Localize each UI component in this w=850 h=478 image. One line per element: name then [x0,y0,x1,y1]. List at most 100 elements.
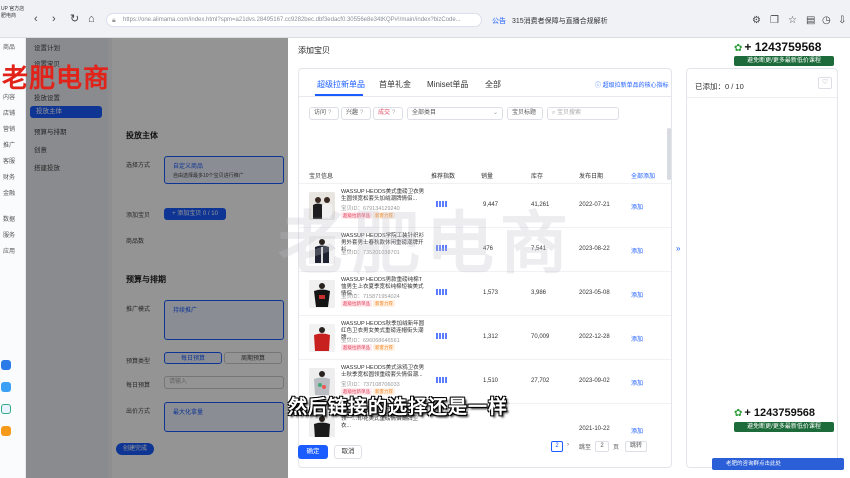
goto-label: 跳至 [579,445,592,451]
nav-store[interactable]: 店铺 [3,108,15,117]
app-dock-icon[interactable] [1,382,11,392]
recommend-index-bars [436,333,448,341]
url-text: https://one.alimama.com/index.html?spm=a… [123,17,461,23]
nav-credit[interactable]: 金融 [3,188,15,197]
tab-new-customer-item[interactable]: 超级拉新单品 [317,79,365,90]
nav-promotion[interactable]: 推广 [3,140,15,149]
home-icon[interactable]: ⌂ [88,14,95,25]
app-dock-icon[interactable] [1,426,11,436]
nav-apps[interactable]: 应用 [3,246,15,255]
promo-badge: 避免断更/更多最新低价课程 [734,422,834,432]
add-item-link[interactable]: 添加 [631,334,643,343]
info-icon: ⓘ [595,83,603,89]
page-number[interactable]: 2 [551,441,563,452]
nav-goods[interactable]: 商品 [3,42,15,51]
lock-icon: 🔒︎ [112,17,116,24]
sort-value: 宝贝标题 [512,110,537,116]
chat-widget[interactable]: 老肥的咨询群点击此处 [712,458,844,470]
publish-date: 2023-05-08 [579,290,610,296]
filter-interest-label: 兴趣 [346,110,359,116]
address-bar[interactable]: 🔒︎ https://one.alimama.com/index.html?sp… [106,13,482,27]
app-dock-icon[interactable] [1,404,11,414]
nav-marketing[interactable]: 营销 [3,124,15,133]
history-icon[interactable]: ◷ [822,15,831,26]
recommend-index-bars [436,377,448,385]
category-select[interactable]: 全部类目 ⌄ [407,107,503,120]
tab-miniset[interactable]: Miniset单品 [427,79,468,90]
metrics-help-link[interactable]: ⓘ 超级拉新单品的核心指标 [595,80,669,89]
add-item-link[interactable]: 添加 [631,426,643,435]
sales-value: 1,573 [483,290,499,296]
notice-label[interactable]: 公告 [492,16,506,26]
col-sales[interactable]: 销量 [481,171,493,180]
item-tabs: 超级拉新单品 首单礼金 Miniset单品 全部 ⓘ 超级拉新单品的核心指标 [299,69,671,97]
clover-icon: ✿ [734,43,743,54]
promo-badge: 避免断更/更多最新低价课程 [734,56,834,66]
recommend-tag: 新客力荐 [373,344,395,351]
col-date[interactable]: 发布日期 [579,171,603,180]
stock-value: 27,702 [531,378,550,384]
item-search-input[interactable]: ⌕ 宝贝搜索 [547,107,619,120]
promo-number: + 1243759568 [744,407,816,419]
add-item-link[interactable]: 添加 [631,290,643,299]
app-dock-icon[interactable] [1,360,11,370]
add-item-link[interactable]: 添加 [631,246,643,255]
sort-select[interactable]: 宝贝标题 [507,107,543,120]
page-unit: 页 [613,445,620,451]
nav-services[interactable]: 服务 [3,230,15,239]
tab-first-order-gift[interactable]: 首单礼金 [379,79,411,90]
tabs-icon[interactable]: ❐ [770,15,779,26]
tab-all[interactable]: 全部 [485,79,501,90]
add-all-button[interactable]: 全部添加 [631,171,655,180]
browser-toolbar: UP 官方店 肥电商 ‹ › ↻ ⌂ 🔒︎ https://one.alimam… [0,0,850,38]
tab-active-indicator [315,94,363,96]
favorite-icon[interactable]: ☆ [788,15,797,26]
jump-button[interactable]: 跳转 [625,441,647,452]
stock-value: 3,986 [531,290,547,296]
brand-watermark: 老肥电商 [2,64,111,94]
filter-deal[interactable]: 成交? [373,107,403,120]
settings-icon[interactable]: ⚙ [752,15,761,26]
clover-icon: ✿ [734,408,743,419]
col-recommend[interactable]: 推荐指数 [431,171,455,180]
cancel-button[interactable]: 取消 [334,445,362,459]
clear-icon[interactable]: ♡ [818,77,832,89]
center-watermark: 老肥电商 [278,205,575,284]
forward-icon[interactable]: › [52,14,56,25]
next-page-icon[interactable]: › [567,442,569,448]
divider [687,97,837,98]
nav-data[interactable]: 数据 [3,214,15,223]
add-item-link[interactable]: 添加 [631,378,643,387]
recommend-index-bars [436,289,448,297]
publish-date: 2023-08-22 [579,246,610,252]
search-placeholder: 宝贝搜索 [557,110,582,116]
drawer-title: 添加宝贝 [298,46,330,55]
col-stock[interactable]: 库存 [531,171,543,180]
promo-contact: ✿ + 1243759568 [734,40,821,54]
expand-icon[interactable]: » [676,244,680,253]
app-logo: UP 官方店 肥电商 [1,6,25,19]
product-id: 宝贝ID：715871954024 [341,294,400,300]
new-customer-tag: 超级拉新单品 [341,300,372,307]
publish-date: 2022-07-21 [579,202,610,208]
product-id: 宝贝ID：737108706033 [341,382,400,388]
nav-service[interactable]: 客服 [3,156,15,165]
filter-interest[interactable]: 兴趣? [341,107,371,120]
download-icon[interactable]: ⇩ [838,15,846,26]
table-header: 宝贝信息 推荐指数 销量 库存 发布日期 全部添加 [299,167,671,183]
confirm-button[interactable]: 确定 [298,445,328,459]
back-icon[interactable]: ‹ [34,14,38,25]
chat-text: 老肥的咨询群点击此处 [726,461,782,467]
scrollbar-thumb[interactable] [667,128,671,180]
collections-icon[interactable]: ▤ [806,15,815,26]
filter-visit-label: 访问 [314,110,327,116]
nav-finance[interactable]: 财务 [3,172,15,181]
table-row: WASSUP HEODS秋季加绒新年圆红色卫衣男女美式重磅连帽街头潮牌... 宝… [299,315,671,359]
app-sidebar: 商品 内容 店铺 营销 推广 客服 财务 金融 数据 服务 应用 [0,38,26,478]
notice-text[interactable]: 315消费者保障与直播合规解析 [512,16,608,26]
refresh-icon[interactable]: ↻ [70,14,79,25]
stock-value: 70,009 [531,334,550,340]
filter-visit[interactable]: 访问? [309,107,339,120]
goto-page-input[interactable]: 2 [595,441,609,452]
add-item-link[interactable]: 添加 [631,202,643,211]
